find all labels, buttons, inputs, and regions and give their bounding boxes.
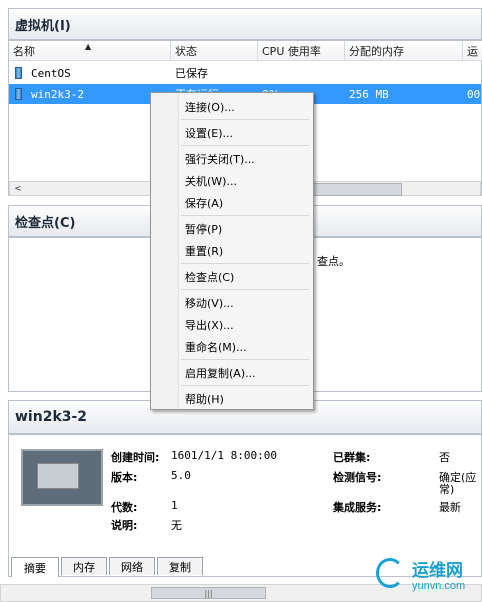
- vm-row-centos[interactable]: CentOS 已保存: [9, 63, 481, 83]
- clustered-label: 已群集:: [333, 451, 371, 464]
- heartbeat-value-cont: 常): [439, 483, 455, 496]
- vm-panel-title: 虚拟机(I): [15, 18, 71, 34]
- context-menu-item[interactable]: 重命名(M)...: [151, 336, 313, 358]
- watermark: 运维网 yunvn.com: [376, 552, 480, 600]
- menu-separator: [181, 359, 309, 360]
- created-label: 创建时间:: [111, 451, 160, 464]
- watermark-logo-icon: [376, 558, 404, 588]
- integration-label: 集成服务:: [333, 501, 382, 514]
- context-menu-item[interactable]: 重置(R): [151, 240, 313, 262]
- scroll-left-icon[interactable]: <: [10, 182, 26, 195]
- notes-value: 无: [171, 519, 182, 532]
- vm-name: win2k3-2: [31, 87, 84, 101]
- version-label: 版本:: [111, 471, 138, 484]
- vm-panel-header: 虚拟机(I): [8, 8, 482, 40]
- context-menu-item[interactable]: 保存(A): [151, 192, 313, 214]
- tab-memory[interactable]: 内存: [61, 557, 107, 575]
- details-title: win2k3-2: [15, 409, 88, 425]
- created-value: 1601/1/1 8:00:00: [171, 449, 277, 462]
- integration-value: 最新: [439, 501, 461, 514]
- menu-separator: [181, 385, 309, 386]
- column-header-name[interactable]: 名称 ▲: [9, 41, 171, 61]
- menu-separator: [181, 215, 309, 216]
- tab-replication[interactable]: 复制: [157, 557, 203, 575]
- vm-status: 已保存: [175, 67, 208, 80]
- context-menu-item[interactable]: 关机(W)...: [151, 170, 313, 192]
- context-menu-item[interactable]: 移动(V)...: [151, 292, 313, 314]
- vm-icon: [15, 67, 22, 79]
- thumbnail-dialog: [37, 463, 79, 489]
- generation-value: 1: [171, 499, 178, 512]
- vm-name: CentOS: [31, 66, 71, 80]
- watermark-url: yunvn.com: [412, 580, 466, 592]
- menu-separator: [181, 119, 309, 120]
- tab-network[interactable]: 网络: [109, 557, 155, 575]
- context-menu-item[interactable]: 连接(O)...: [151, 96, 313, 118]
- checkpoint-empty-message: 查点。: [317, 255, 350, 268]
- clustered-value: 否: [439, 451, 450, 464]
- column-header-cpu[interactable]: CPU 使用率: [258, 41, 345, 61]
- generation-label: 代数:: [111, 501, 138, 514]
- notes-label: 说明:: [111, 519, 138, 532]
- context-menu-item[interactable]: 强行关闭(T)...: [151, 148, 313, 170]
- vm-memory: 256 MB: [349, 87, 389, 101]
- context-menu-item[interactable]: 帮助(H): [151, 388, 313, 410]
- tab-summary[interactable]: 摘要: [11, 557, 59, 577]
- column-header-memory[interactable]: 分配的内存: [345, 41, 463, 61]
- vm-uptime: 00: [467, 87, 481, 101]
- context-menu-item[interactable]: 暂停(P): [151, 218, 313, 240]
- context-menu-item[interactable]: 设置(E)...: [151, 122, 313, 144]
- vm-thumbnail[interactable]: [21, 449, 103, 506]
- scrollbar-thumb[interactable]: |||: [151, 587, 266, 599]
- column-header-uptime[interactable]: 运: [463, 41, 482, 61]
- heartbeat-label: 检测信号:: [333, 471, 382, 484]
- checkpoint-panel-title: 检查点(C): [15, 215, 76, 231]
- version-value: 5.0: [171, 469, 191, 482]
- vm-icon: [15, 88, 22, 100]
- context-menu-item[interactable]: 检查点(C): [151, 266, 313, 288]
- menu-separator: [181, 289, 309, 290]
- menu-separator: [181, 263, 309, 264]
- column-header-status[interactable]: 状态: [171, 41, 258, 61]
- context-menu-item[interactable]: 导出(X)...: [151, 314, 313, 336]
- scrollbar-thumb[interactable]: [300, 183, 402, 196]
- context-menu-item[interactable]: 启用复制(A)...: [151, 362, 313, 384]
- sort-ascending-icon: ▲: [85, 42, 92, 51]
- vm-context-menu: 连接(O)... 设置(E)... 强行关闭(T)... 关机(W)... 保存(A) 暂…: [150, 92, 314, 410]
- watermark-cn: 运维网: [412, 561, 463, 581]
- menu-separator: [181, 145, 309, 146]
